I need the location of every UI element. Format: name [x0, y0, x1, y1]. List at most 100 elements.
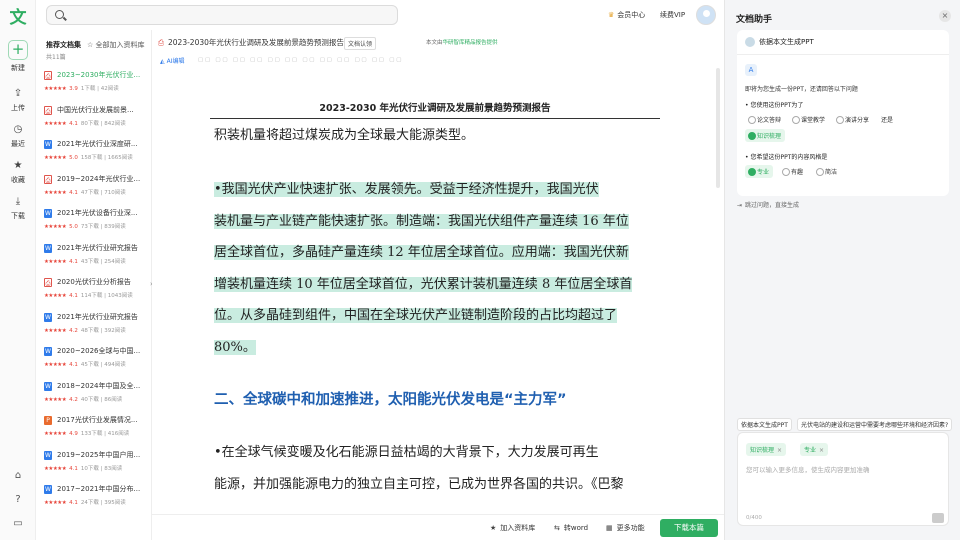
- doc-source: 本文由华研智库精品报告提供: [426, 38, 498, 46]
- doc-downloads: 80下载: [80, 120, 99, 127]
- option-thesis[interactable]: 论文答辩: [745, 113, 785, 126]
- doc-list-item[interactable]: W 2019~2025年中国户用... ★★★★★ 4.1 10下载 | 83阅读: [36, 448, 151, 483]
- doc-title: 2021年光伏行业深度研...: [57, 140, 138, 148]
- doc-toolbar: ◭ AI编辑 ▢ ▢ ▢ ▢ ▢ ▢ ▢ ▢ ▢ ▢ ▢ ▢ ▢ ▢ ▢ ▢ ▢ …: [152, 54, 724, 68]
- doc-reads: 254阅读: [104, 258, 126, 265]
- chip-generate-ppt[interactable]: 依据本文生成PPT: [737, 418, 792, 431]
- doc-title: 2017光伏行业发展情况...: [57, 416, 138, 424]
- doc-score: 4.2: [69, 396, 78, 403]
- remove-icon[interactable]: ×: [777, 447, 782, 454]
- add-library-label: 加入资料库: [500, 524, 536, 532]
- search-input[interactable]: [46, 5, 398, 25]
- to-word-button[interactable]: ⇆ 转word: [554, 523, 588, 533]
- question-style: • 您希望这份PPT的内容风格是: [745, 154, 828, 161]
- app-logo: 文: [9, 8, 27, 28]
- doc-score: 5.0: [69, 224, 78, 230]
- doc-list-item[interactable]: ⎙ 2023~2030年光伏行业... ★★★★★ 3.9 1下载 | 42阅读: [36, 68, 151, 103]
- doc-list-item[interactable]: W 2018~2024年中国及全... ★★★★★ 4.2 40下载 | 86阅读: [36, 379, 151, 414]
- claim-doc-button[interactable]: 文档认领: [344, 37, 377, 50]
- rating-stars: ★★★★★: [44, 155, 67, 161]
- doc-list-item[interactable]: W 2021年光伏设备行业深... ★★★★★ 5.0 73下载 | 839阅读: [36, 206, 151, 241]
- screen-icon[interactable]: ▭: [0, 518, 36, 529]
- input-placeholder[interactable]: 您可以输入更多信息，使生成内容更加准确: [746, 464, 870, 474]
- doc-list-item[interactable]: ⎙ 2020光伏行业分析报告 ★★★★★ 4.1 114下载 | 1043阅读: [36, 275, 151, 310]
- doc-downloads: 43下载: [80, 258, 99, 265]
- option-professional[interactable]: 专业: [745, 165, 774, 178]
- download-button[interactable]: ⤓ 下载: [0, 196, 36, 221]
- document-page: 2023-2030 年光伏行业调研及发展前景趋势预测报告 积装机量将超过煤炭成为…: [210, 96, 660, 540]
- doc-downloads: 24下载: [80, 500, 99, 506]
- option-knowledge[interactable]: 知识梳理: [745, 129, 786, 142]
- upload-label: 上传: [11, 104, 25, 112]
- option-speech[interactable]: 演讲分享: [833, 113, 873, 126]
- doc-list-item[interactable]: ⎙ 中国光伏行业发展前景... ★★★★★ 4.1 80下载 | 842阅读: [36, 103, 151, 138]
- send-button[interactable]: [932, 513, 944, 523]
- source-name[interactable]: 华研智库精品报告提供: [443, 40, 498, 46]
- word-file-icon: W: [44, 485, 52, 494]
- doc-list-item[interactable]: W 2021年光伏行业深度研... ★★★★★ 5.0 158下载 | 1665阅读: [36, 137, 151, 172]
- assistant-input-box[interactable]: 知识梳理 × 专业 × 您可以输入更多信息，使生成内容更加准确 0/400: [737, 432, 949, 526]
- rating-stars: ★★★★★: [44, 258, 67, 265]
- doc-list-item[interactable]: W 2020~2026全球与中国... ★★★★★ 4.1 45下载 | 494阅读: [36, 344, 151, 379]
- rating-stars: ★★★★★: [44, 465, 67, 472]
- download-doc-button[interactable]: 下载本篇: [660, 519, 718, 537]
- doc-downloads: 47下载: [80, 189, 99, 196]
- doc-title: 2020光伏行业分析报告: [57, 278, 131, 286]
- bot-icon: A: [745, 64, 757, 76]
- doc-list-item[interactable]: W 2017~2021年中国分布... ★★★★★ 4.1 24下载 | 395阅读: [36, 482, 151, 517]
- doc-list-item[interactable]: W 2021年光伏行业研究报告 ★★★★★ 4.2 48下载 | 392阅读: [36, 310, 151, 345]
- pdf-file-icon: ⎙: [44, 174, 52, 184]
- doc-meta: ★★★★★ 4.2 48下载 | 392阅读: [44, 327, 126, 334]
- doc-list-item[interactable]: ⎙ 2019~2024年光伏行业... ★★★★★ 4.1 47下载 | 710阅读: [36, 172, 151, 207]
- selected-professional-chip[interactable]: 专业 ×: [800, 443, 829, 456]
- remove-icon[interactable]: ×: [819, 447, 824, 454]
- doc-reads: 86阅读: [104, 396, 123, 403]
- doc-downloads: 40下载: [80, 396, 99, 403]
- rating-stars: ★★★★★: [44, 189, 67, 196]
- option-teaching[interactable]: 课堂教学: [789, 113, 829, 126]
- selected-knowledge-chip[interactable]: 知识梳理 ×: [746, 443, 787, 456]
- doc-list-item[interactable]: P 2017光伏行业发展情况... ★★★★★ 4.9 133下载 | 416阅读: [36, 413, 151, 448]
- collect-button[interactable]: ★ 收藏: [0, 160, 36, 185]
- highlight-text: 增装机量连续 10 年位居全球首位，光伏累计装机量连续 8 年位居全球首: [214, 276, 633, 292]
- member-center-link[interactable]: ♛ 会员中心: [608, 10, 645, 20]
- pdf-file-icon: ⎙: [44, 105, 52, 115]
- add-library-button[interactable]: ★ 加入资料库: [490, 523, 535, 533]
- highlight-text: •我国光伏产业快速扩张、发展领先。受益于经济性提升，我国光伏: [214, 182, 599, 197]
- pdf-file-icon: ⎙: [44, 71, 52, 80]
- doc-downloads: 73下载: [80, 224, 99, 230]
- doc-list-item[interactable]: W 2021年光伏行业研究报告 ★★★★★ 4.1 43下载 | 254阅读: [36, 241, 151, 276]
- doc-downloads: 45下载: [80, 362, 99, 368]
- add-all-label: 全部加入资料库: [95, 41, 145, 49]
- upload-button[interactable]: ⇪ 上传: [0, 88, 36, 113]
- more-label: 更多功能: [616, 524, 645, 532]
- chip-question[interactable]: 光伏电站的建设和运营中需要考虑哪些环境和经济因素?: [797, 418, 953, 431]
- option-simple[interactable]: 简洁: [813, 165, 841, 178]
- avatar[interactable]: [696, 5, 716, 25]
- more-button[interactable]: ▦ 更多功能: [606, 523, 645, 533]
- download-icon: ⤓: [15, 196, 21, 207]
- selected-knowledge-label: 知识梳理: [750, 447, 775, 454]
- doc-title: 2018~2024年中国及全...: [57, 381, 141, 390]
- paragraph-top: 积装机量将超过煤炭成为全球最大能源类型。: [214, 128, 475, 143]
- to-word-label: 转word: [563, 524, 589, 532]
- skip-button[interactable]: ⇥ 跳过问题，直接生成: [737, 200, 802, 209]
- add-all-button[interactable]: ☆ 全部加入资料库: [87, 41, 145, 49]
- trash-icon[interactable]: ⌂: [0, 470, 36, 481]
- doc-list: ⎙ 2023~2030年光伏行业... ★★★★★ 3.9 1下载 | 42阅读 ⎙ 中国光…: [36, 68, 151, 517]
- option-fun[interactable]: 有趣: [779, 165, 807, 178]
- option-or: 还是: [881, 117, 894, 124]
- crown-icon: ♛: [608, 11, 615, 19]
- new-button[interactable]: +: [8, 40, 28, 60]
- close-icon[interactable]: ×: [939, 10, 951, 22]
- doc-score: 4.2: [69, 327, 78, 334]
- ppt-question-card: 依据本文生成PPT A 即将为您生成一份PPT，还请回答以下问题 • 您使用这份…: [737, 30, 949, 196]
- help-icon[interactable]: ?: [0, 494, 36, 505]
- renew-vip-link[interactable]: 续费VIP: [660, 10, 685, 20]
- recent-button[interactable]: ◷ 最近: [0, 124, 36, 149]
- nav-rail: 文 + 新建 ⇪ 上传 ◷ 最近 ★ 收藏 ⤓ 下载 ⌂ ? ▭: [0, 0, 36, 540]
- grid-icon: ▦: [606, 524, 613, 532]
- doc-score: 4.1: [69, 500, 78, 506]
- scrollbar[interactable]: [716, 68, 720, 188]
- ai-edit-button[interactable]: ◭ AI编辑: [160, 56, 187, 65]
